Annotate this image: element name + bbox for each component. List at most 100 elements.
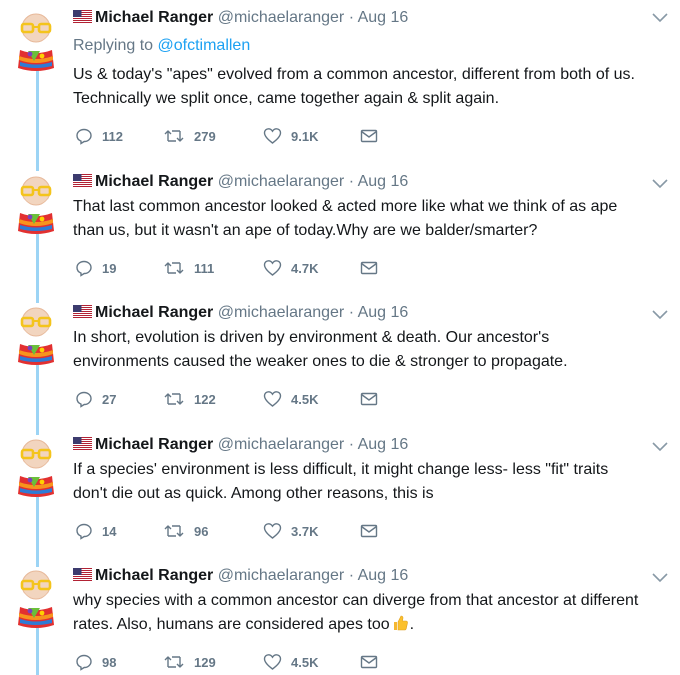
retweet-count: 96 xyxy=(194,523,209,539)
author-handle[interactable]: @michaelaranger xyxy=(218,9,345,26)
reply-count: 14 xyxy=(102,523,117,539)
replying-label: Replying to xyxy=(73,37,154,54)
direct-message-button[interactable] xyxy=(360,521,378,541)
tweet-actions: 14 96 3.7K xyxy=(73,521,403,541)
author-name[interactable]: Michael Ranger xyxy=(95,567,213,584)
reply-count: 98 xyxy=(102,654,117,670)
reply-icon xyxy=(76,128,92,145)
tweet-date[interactable]: Aug 16 xyxy=(358,9,409,26)
direct-message-button[interactable] xyxy=(360,389,378,409)
reply-count: 27 xyxy=(102,391,117,407)
retweet-count: 122 xyxy=(194,391,216,407)
like-count: 4.7K xyxy=(291,260,319,276)
chevron-down-icon[interactable] xyxy=(651,11,669,23)
thumbs-up-emoji-icon xyxy=(393,615,408,631)
tweet-text: If a species' environment is less diffic… xyxy=(73,458,673,506)
like-button[interactable]: 4.5K xyxy=(263,652,318,672)
author-handle[interactable]: @michaelaranger xyxy=(218,567,345,584)
chevron-down-icon[interactable] xyxy=(651,440,669,452)
retweet-button[interactable]: 96 xyxy=(163,521,208,541)
like-button[interactable]: 4.7K xyxy=(263,258,318,278)
tweet-date[interactable]: Aug 16 xyxy=(358,436,409,453)
author-name[interactable]: Michael Ranger xyxy=(95,304,213,321)
like-count: 9.1K xyxy=(291,128,319,144)
tweet[interactable]: Michael Ranger @michaelaranger · Aug 16 … xyxy=(0,164,680,294)
avatar[interactable] xyxy=(8,432,64,498)
direct-message-button[interactable] xyxy=(360,258,378,278)
reply-button[interactable]: 19 xyxy=(75,258,116,278)
like-button[interactable]: 4.5K xyxy=(263,389,318,409)
tweet-text-line: Technically we split once, came together… xyxy=(73,90,500,107)
tweet-text: That last common ancestor looked & acted… xyxy=(73,195,673,243)
separator: · xyxy=(348,567,355,584)
tweet-text: why species with a common ancestor can d… xyxy=(73,589,673,637)
replying-to: Replying to @ofctimallen xyxy=(73,37,250,55)
retweet-count: 111 xyxy=(194,260,215,276)
retweet-button[interactable]: 129 xyxy=(163,652,216,672)
heart-icon xyxy=(263,391,282,407)
retweet-icon xyxy=(164,393,184,405)
us-flag-icon xyxy=(73,437,92,450)
reply-count: 19 xyxy=(102,260,117,276)
avatar[interactable] xyxy=(8,6,64,72)
heart-icon xyxy=(263,654,282,670)
envelope-icon xyxy=(360,261,378,275)
reply-button[interactable]: 27 xyxy=(75,389,116,409)
chevron-down-icon[interactable] xyxy=(651,177,669,189)
direct-message-button[interactable] xyxy=(360,126,378,146)
author-name[interactable]: Michael Ranger xyxy=(95,436,213,453)
reply-icon xyxy=(76,260,92,277)
author-name[interactable]: Michael Ranger xyxy=(95,9,213,26)
chevron-down-icon[interactable] xyxy=(651,308,669,320)
tweet-text-line: don't die out as quick. Among other reas… xyxy=(73,485,434,502)
tweet-text-line: If a species' environment is less diffic… xyxy=(73,461,609,478)
separator: · xyxy=(348,173,355,190)
retweet-button[interactable]: 111 xyxy=(163,258,214,278)
tweet-date[interactable]: Aug 16 xyxy=(358,304,409,321)
tweet[interactable]: Michael Ranger @michaelaranger · Aug 16 … xyxy=(0,0,680,160)
tweet-header: Michael Ranger @michaelaranger · Aug 16 xyxy=(73,9,408,27)
like-count: 3.7K xyxy=(291,523,319,539)
tweet-actions: 98 129 4.5K xyxy=(73,652,403,672)
like-button[interactable]: 9.1K xyxy=(263,126,318,146)
retweet-button[interactable]: 122 xyxy=(163,389,216,409)
reply-icon xyxy=(76,654,92,671)
reply-button[interactable]: 112 xyxy=(75,126,123,146)
tweet-actions: 27 122 4.5K xyxy=(73,389,403,409)
envelope-icon xyxy=(360,392,378,406)
direct-message-button[interactable] xyxy=(360,652,378,672)
retweet-icon xyxy=(164,262,184,274)
tweet[interactable]: Michael Ranger @michaelaranger · Aug 16 … xyxy=(0,558,680,675)
us-flag-icon xyxy=(73,568,92,581)
retweet-button[interactable]: 279 xyxy=(163,126,216,146)
reply-button[interactable]: 14 xyxy=(75,521,116,541)
tweet-text-line: than us, but it wasn't an ape of today.W… xyxy=(73,222,538,239)
reply-button[interactable]: 98 xyxy=(75,652,116,672)
tweet-date[interactable]: Aug 16 xyxy=(358,567,409,584)
tweet-text: Us & today's "apes" evolved from a commo… xyxy=(73,63,673,111)
tweet[interactable]: Michael Ranger @michaelaranger · Aug 16 … xyxy=(0,427,680,557)
tweet-header: Michael Ranger @michaelaranger · Aug 16 xyxy=(73,436,408,454)
avatar[interactable] xyxy=(8,169,64,235)
chevron-down-icon[interactable] xyxy=(651,571,669,583)
tweet-header: Michael Ranger @michaelaranger · Aug 16 xyxy=(73,304,408,322)
author-handle[interactable]: @michaelaranger xyxy=(218,436,345,453)
heart-icon xyxy=(263,523,282,539)
like-count: 4.5K xyxy=(291,654,319,670)
tweet[interactable]: Michael Ranger @michaelaranger · Aug 16 … xyxy=(0,295,680,425)
tweet-text-line: rates. Also, humans are considered apes … xyxy=(73,613,673,637)
author-handle[interactable]: @michaelaranger xyxy=(218,304,345,321)
envelope-icon xyxy=(360,524,378,538)
avatar[interactable] xyxy=(8,300,64,366)
author-name[interactable]: Michael Ranger xyxy=(95,173,213,190)
tweet-actions: 112 279 9.1K xyxy=(73,126,403,146)
tweet-date[interactable]: Aug 16 xyxy=(358,173,409,190)
like-button[interactable]: 3.7K xyxy=(263,521,318,541)
heart-icon xyxy=(263,260,282,276)
us-flag-icon xyxy=(73,305,92,318)
author-handle[interactable]: @michaelaranger xyxy=(218,173,345,190)
avatar[interactable] xyxy=(8,563,64,629)
replying-to-link[interactable]: @ofctimallen xyxy=(158,37,251,54)
envelope-icon xyxy=(360,655,378,669)
reply-icon xyxy=(76,523,92,540)
